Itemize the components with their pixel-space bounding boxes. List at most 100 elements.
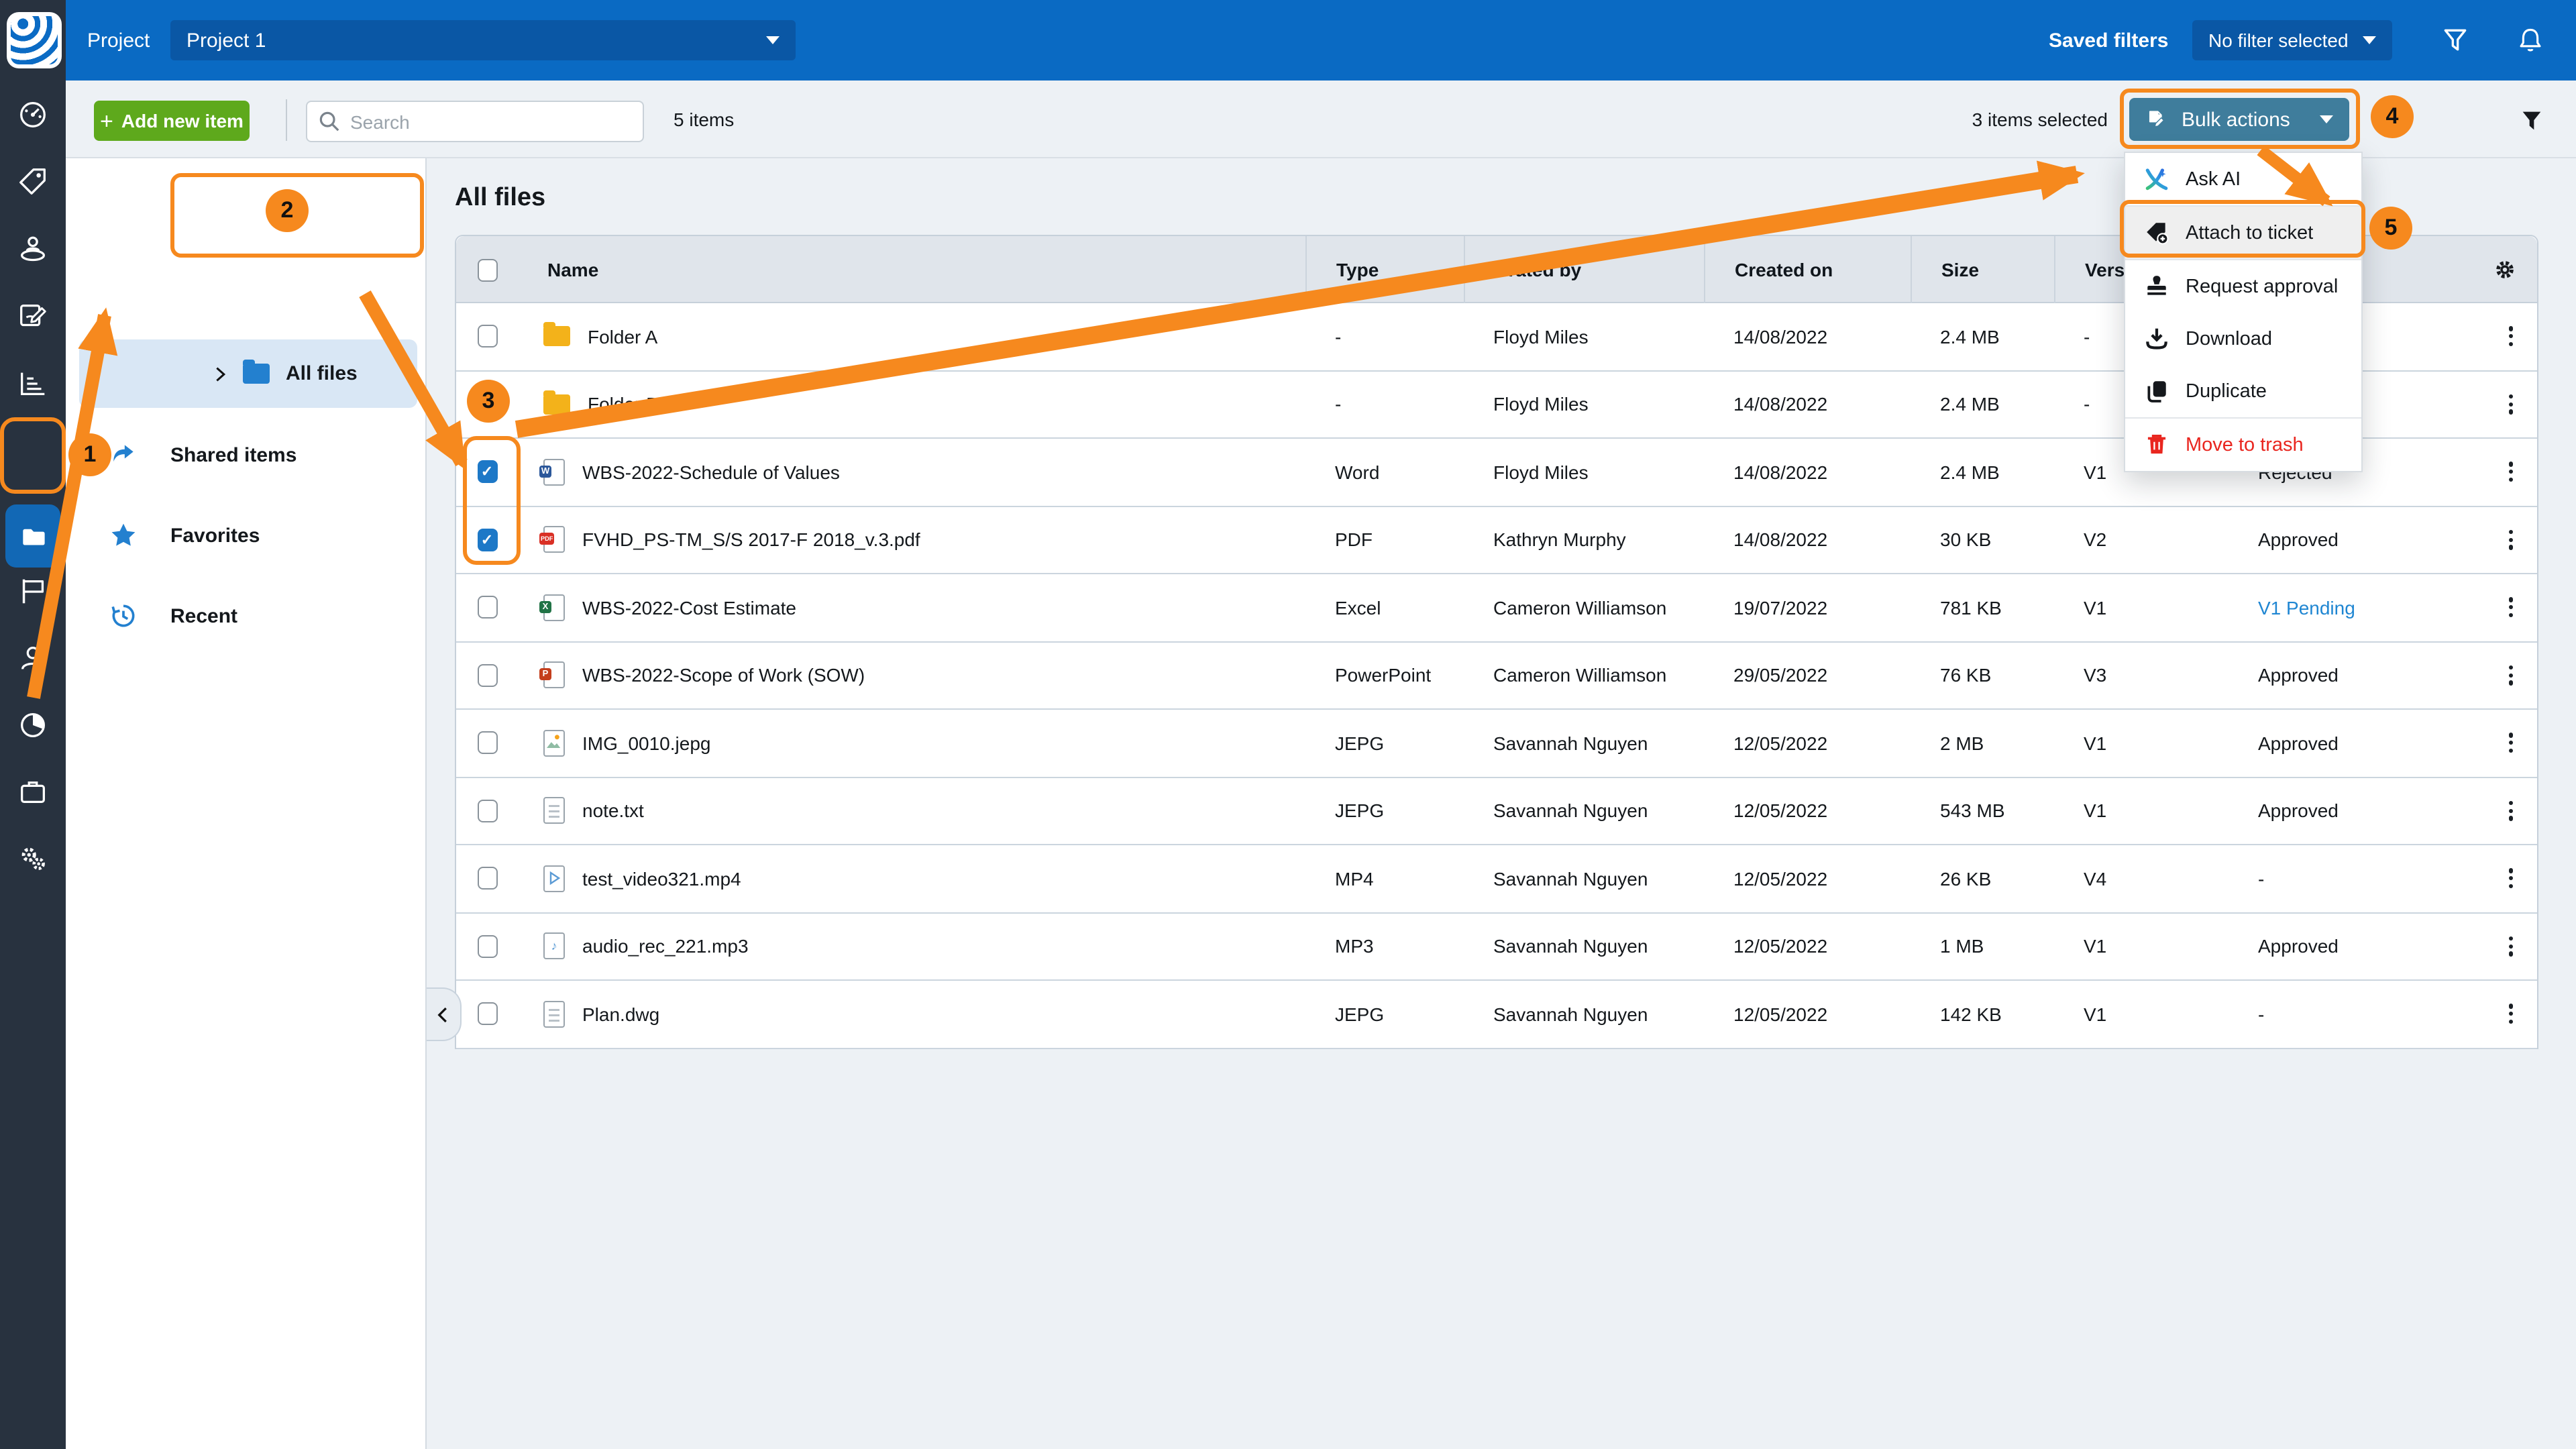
saved-filters-label: Saved filters (2049, 0, 2168, 80)
project-select[interactable]: Project 1 (170, 20, 796, 60)
row-checkbox[interactable] (477, 800, 497, 822)
menu-item-label: Duplicate (2186, 380, 2267, 402)
rail-bar-chart-icon[interactable] (0, 349, 66, 416)
sidebar-item-shared-items[interactable]: Shared items (66, 421, 427, 488)
file-name: Folder B (588, 394, 659, 415)
table-row[interactable]: XWBS-2022-Cost EstimateExcelCameron Will… (456, 574, 2537, 642)
menu-item-label: Attach to ticket (2186, 222, 2313, 244)
menu-item-move-to-trash[interactable]: Move to trash (2125, 419, 2361, 471)
bulk-actions-button[interactable]: Bulk actions (2129, 98, 2349, 141)
menu-item-attach-to-ticket[interactable]: Attach to ticket (2125, 207, 2361, 259)
row-kebab-menu-icon[interactable] (2504, 863, 2518, 894)
file-name-cell: test_video321.mp4 (518, 865, 1305, 892)
menu-item-label: Download (2186, 328, 2272, 350)
notifications-bell-icon[interactable] (2512, 21, 2549, 59)
sidebar-collapse-handle[interactable] (427, 987, 462, 1041)
created-on-cell: 14/08/2022 (1704, 462, 1911, 483)
table-row[interactable]: Plan.dwgJEPGSavannah Nguyen12/05/2022142… (456, 981, 2537, 1049)
size-cell: 142 KB (1911, 1004, 2054, 1025)
rail-gears-icon[interactable] (0, 825, 66, 892)
plus-icon: + (100, 109, 113, 132)
menu-item-ask-ai[interactable]: Ask AI (2125, 153, 2361, 205)
add-new-item-button[interactable]: + Add new item (94, 101, 250, 141)
row-checkbox[interactable] (477, 867, 497, 890)
row-kebab-menu-icon[interactable] (2504, 931, 2518, 961)
row-kebab-menu-icon[interactable] (2504, 796, 2518, 826)
file-type-cell: - (1305, 394, 1464, 415)
menu-item-label: Request approval (2186, 276, 2338, 297)
row-checkbox[interactable] (477, 664, 497, 687)
row-checkbox[interactable]: ✓ (477, 461, 497, 484)
sidebar-item-recent[interactable]: Recent (66, 582, 427, 649)
row-checkbox[interactable] (477, 325, 497, 348)
chevron-left-icon (433, 1004, 453, 1024)
row-checkbox[interactable] (477, 1003, 497, 1026)
folder-icon (543, 327, 570, 347)
column-header-created-by[interactable]: Crated by (1464, 236, 1704, 303)
search-box[interactable] (306, 101, 644, 142)
row-kebab-menu-icon[interactable] (2504, 592, 2518, 623)
column-header-created-on[interactable]: Created on (1704, 236, 1911, 303)
row-checkbox[interactable] (477, 935, 497, 958)
saved-filter-select[interactable]: No filter selected (2192, 20, 2392, 60)
rail-files-folder-icon[interactable] (5, 504, 60, 568)
rail-user-icon[interactable] (0, 624, 66, 691)
row-kebab-menu-icon[interactable] (2504, 457, 2518, 487)
row-checkbox[interactable] (477, 596, 497, 619)
rail-tag-icon[interactable] (0, 148, 66, 215)
table-row[interactable]: ✓PDFFVHD_PS-TM_S/S 2017-F 2018_v.3.pdfPD… (456, 506, 2537, 574)
row-checkbox[interactable] (477, 393, 497, 416)
menu-item-download[interactable]: Download (2125, 313, 2361, 365)
rail-dashboard-gauge-icon[interactable] (0, 80, 66, 148)
file-type-cell: - (1305, 326, 1464, 347)
row-kebab-menu-icon[interactable] (2504, 525, 2518, 555)
rail-user-pin-icon[interactable] (0, 215, 66, 282)
table-row[interactable]: ♪audio_rec_221.mp3MP3Savannah Nguyen12/0… (456, 913, 2537, 981)
column-settings-gear-icon[interactable] (2426, 236, 2540, 303)
app-logo[interactable] (7, 12, 62, 68)
rail-pie-chart-icon[interactable] (0, 691, 66, 758)
version-cell: V1 (2054, 936, 2229, 957)
app-window: Project Project 1 Saved filters No filte… (0, 0, 2576, 1449)
size-cell: 30 KB (1911, 529, 2054, 551)
row-kebab-menu-icon[interactable] (2504, 389, 2518, 419)
toolbar-divider (286, 99, 287, 141)
menu-item-label: Ask AI (2186, 168, 2241, 190)
top-bar: Project Project 1 Saved filters No filte… (0, 0, 2576, 80)
sidebar-item-label: Recent (170, 604, 237, 627)
column-header-type[interactable]: Type (1305, 236, 1464, 303)
table-row[interactable]: note.txtJEPGSavannah Nguyen12/05/2022543… (456, 777, 2537, 845)
table-filter-funnel-icon[interactable] (2513, 102, 2551, 140)
file-name-cell: Folder B (518, 394, 1305, 415)
created-on-cell: 14/08/2022 (1704, 326, 1911, 347)
expand-chevron-icon[interactable] (211, 364, 229, 383)
document-edit-icon (2145, 108, 2168, 131)
row-kebab-menu-icon[interactable] (2504, 999, 2518, 1029)
row-checkbox[interactable]: ✓ (477, 529, 497, 551)
row-kebab-menu-icon[interactable] (2504, 728, 2518, 758)
version-cell: V1 (2054, 1004, 2229, 1025)
status-cell[interactable]: V1 Pending (2229, 597, 2426, 619)
filter-funnel-icon[interactable] (2436, 21, 2474, 59)
row-kebab-menu-icon[interactable] (2504, 321, 2518, 352)
rail-clipboard-icon[interactable] (0, 758, 66, 825)
select-all-checkbox[interactable] (456, 236, 518, 303)
size-cell: 2 MB (1911, 733, 2054, 754)
table-row[interactable]: PWBS-2022-Scope of Work (SOW)PowerPointC… (456, 642, 2537, 710)
row-kebab-menu-icon[interactable] (2504, 660, 2518, 690)
column-header-name[interactable]: Name (518, 236, 1305, 303)
rail-document-edit-icon[interactable] (0, 282, 66, 349)
sidebar-item-all-files[interactable]: All files (79, 339, 417, 408)
table-row[interactable]: IMG_0010.jepgJEPGSavannah Nguyen12/05/20… (456, 710, 2537, 777)
created-on-cell: 12/05/2022 (1704, 800, 1911, 822)
sidebar-item-favorites[interactable]: Favorites (66, 502, 427, 569)
column-header-size[interactable]: Size (1911, 236, 2054, 303)
menu-item-request-approval[interactable]: Request approval (2125, 260, 2361, 313)
table-row[interactable]: test_video321.mp4MP4Savannah Nguyen12/05… (456, 845, 2537, 913)
created-by-cell: Savannah Nguyen (1464, 868, 1704, 890)
menu-item-duplicate[interactable]: Duplicate (2125, 365, 2361, 417)
search-input[interactable] (350, 111, 632, 132)
row-checkbox[interactable] (477, 732, 497, 755)
created-by-cell: Kathryn Murphy (1464, 529, 1704, 551)
chevron-down-icon (766, 36, 780, 44)
